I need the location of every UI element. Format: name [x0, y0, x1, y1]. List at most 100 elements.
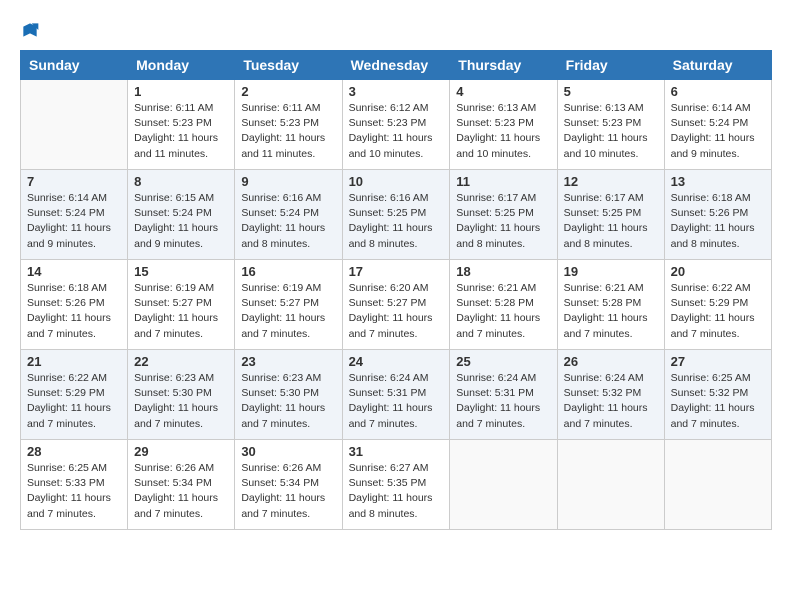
calendar-body: 1 Sunrise: 6:11 AMSunset: 5:23 PMDaylight… [21, 80, 772, 530]
day-number: 3 [349, 84, 444, 99]
day-number: 9 [241, 174, 335, 189]
calendar-header-sunday: Sunday [21, 51, 128, 80]
day-number: 20 [671, 264, 765, 279]
calendar-cell: 3 Sunrise: 6:12 AMSunset: 5:23 PMDaylight… [342, 80, 450, 170]
day-number: 22 [134, 354, 228, 369]
day-info: Sunrise: 6:19 AMSunset: 5:27 PMDaylight:… [241, 281, 335, 342]
day-info: Sunrise: 6:16 AMSunset: 5:24 PMDaylight:… [241, 191, 335, 252]
day-number: 28 [27, 444, 121, 459]
calendar-week-row: 28 Sunrise: 6:25 AMSunset: 5:33 PMDayligh… [21, 440, 772, 530]
calendar-week-row: 21 Sunrise: 6:22 AMSunset: 5:29 PMDayligh… [21, 350, 772, 440]
calendar-header-wednesday: Wednesday [342, 51, 450, 80]
day-info: Sunrise: 6:13 AMSunset: 5:23 PMDaylight:… [564, 101, 658, 162]
calendar-cell: 14Sunrise: 6:18 AMSunset: 5:26 PMDayligh… [21, 260, 128, 350]
day-number: 17 [349, 264, 444, 279]
day-number: 23 [241, 354, 335, 369]
calendar-cell: 13 Sunrise: 6:18 AMSunset: 5:26 PMDayligh… [664, 170, 771, 260]
calendar-cell: 22 Sunrise: 6:23 AMSunset: 5:30 PMDayligh… [128, 350, 235, 440]
calendar-cell: 25 Sunrise: 6:24 AMSunset: 5:31 PMDayligh… [450, 350, 557, 440]
day-info: Sunrise: 6:23 AMSunset: 5:30 PMDaylight:… [241, 371, 335, 432]
day-info: Sunrise: 6:18 AMSunset: 5:26 PMDaylight:… [27, 281, 121, 342]
calendar-cell: 9 Sunrise: 6:16 AMSunset: 5:24 PMDaylight… [235, 170, 342, 260]
calendar-cell: 29 Sunrise: 6:26 AMSunset: 5:34 PMDayligh… [128, 440, 235, 530]
day-info: Sunrise: 6:18 AMSunset: 5:26 PMDaylight:… [671, 191, 765, 252]
calendar-cell: 27Sunrise: 6:25 AMSunset: 5:32 PMDayligh… [664, 350, 771, 440]
calendar-table: SundayMondayTuesdayWednesdayThursdayFrid… [20, 50, 772, 530]
calendar-cell: 19Sunrise: 6:21 AMSunset: 5:28 PMDayligh… [557, 260, 664, 350]
calendar-cell: 5Sunrise: 6:13 AMSunset: 5:23 PMDaylight… [557, 80, 664, 170]
calendar-cell: 7 Sunrise: 6:14 AMSunset: 5:24 PMDaylight… [21, 170, 128, 260]
day-info: Sunrise: 6:17 AMSunset: 5:25 PMDaylight:… [456, 191, 550, 252]
calendar-cell: 4 Sunrise: 6:13 AMSunset: 5:23 PMDaylight… [450, 80, 557, 170]
day-number: 4 [456, 84, 550, 99]
calendar-cell: 6 Sunrise: 6:14 AMSunset: 5:24 PMDaylight… [664, 80, 771, 170]
day-number: 11 [456, 174, 550, 189]
calendar-cell: 15 Sunrise: 6:19 AMSunset: 5:27 PMDayligh… [128, 260, 235, 350]
day-info: Sunrise: 6:14 AMSunset: 5:24 PMDaylight:… [671, 101, 765, 162]
calendar-cell [21, 80, 128, 170]
day-number: 10 [349, 174, 444, 189]
page-header [20, 20, 772, 40]
calendar-cell: 2 Sunrise: 6:11 AMSunset: 5:23 PMDaylight… [235, 80, 342, 170]
day-number: 15 [134, 264, 228, 279]
logo-icon [20, 20, 40, 40]
day-info: Sunrise: 6:23 AMSunset: 5:30 PMDaylight:… [134, 371, 228, 432]
day-number: 13 [671, 174, 765, 189]
calendar-cell [450, 440, 557, 530]
day-number: 25 [456, 354, 550, 369]
day-info: Sunrise: 6:19 AMSunset: 5:27 PMDaylight:… [134, 281, 228, 342]
day-info: Sunrise: 6:22 AMSunset: 5:29 PMDaylight:… [671, 281, 765, 342]
calendar-cell: 11 Sunrise: 6:17 AMSunset: 5:25 PMDayligh… [450, 170, 557, 260]
calendar-cell: 8 Sunrise: 6:15 AMSunset: 5:24 PMDaylight… [128, 170, 235, 260]
day-number: 8 [134, 174, 228, 189]
day-number: 31 [349, 444, 444, 459]
calendar-cell: 26Sunrise: 6:24 AMSunset: 5:32 PMDayligh… [557, 350, 664, 440]
day-info: Sunrise: 6:15 AMSunset: 5:24 PMDaylight:… [134, 191, 228, 252]
calendar-week-row: 14Sunrise: 6:18 AMSunset: 5:26 PMDayligh… [21, 260, 772, 350]
day-info: Sunrise: 6:11 AMSunset: 5:23 PMDaylight:… [134, 101, 228, 162]
calendar-header-thursday: Thursday [450, 51, 557, 80]
day-number: 29 [134, 444, 228, 459]
calendar-header-row: SundayMondayTuesdayWednesdayThursdayFrid… [21, 51, 772, 80]
day-info: Sunrise: 6:11 AMSunset: 5:23 PMDaylight:… [241, 101, 335, 162]
calendar-cell: 10Sunrise: 6:16 AMSunset: 5:25 PMDayligh… [342, 170, 450, 260]
day-info: Sunrise: 6:12 AMSunset: 5:23 PMDaylight:… [349, 101, 444, 162]
day-number: 2 [241, 84, 335, 99]
day-info: Sunrise: 6:26 AMSunset: 5:34 PMDaylight:… [241, 461, 335, 522]
day-number: 12 [564, 174, 658, 189]
day-number: 24 [349, 354, 444, 369]
calendar-cell: 31Sunrise: 6:27 AMSunset: 5:35 PMDayligh… [342, 440, 450, 530]
day-info: Sunrise: 6:24 AMSunset: 5:32 PMDaylight:… [564, 371, 658, 432]
calendar-header-friday: Friday [557, 51, 664, 80]
day-info: Sunrise: 6:22 AMSunset: 5:29 PMDaylight:… [27, 371, 121, 432]
calendar-header-tuesday: Tuesday [235, 51, 342, 80]
day-number: 7 [27, 174, 121, 189]
day-number: 6 [671, 84, 765, 99]
day-info: Sunrise: 6:13 AMSunset: 5:23 PMDaylight:… [456, 101, 550, 162]
calendar-cell: 1 Sunrise: 6:11 AMSunset: 5:23 PMDaylight… [128, 80, 235, 170]
calendar-cell: 16 Sunrise: 6:19 AMSunset: 5:27 PMDayligh… [235, 260, 342, 350]
day-info: Sunrise: 6:14 AMSunset: 5:24 PMDaylight:… [27, 191, 121, 252]
calendar-header-monday: Monday [128, 51, 235, 80]
calendar-cell [664, 440, 771, 530]
day-info: Sunrise: 6:17 AMSunset: 5:25 PMDaylight:… [564, 191, 658, 252]
day-info: Sunrise: 6:25 AMSunset: 5:33 PMDaylight:… [27, 461, 121, 522]
day-info: Sunrise: 6:26 AMSunset: 5:34 PMDaylight:… [134, 461, 228, 522]
day-info: Sunrise: 6:24 AMSunset: 5:31 PMDaylight:… [456, 371, 550, 432]
calendar-cell: 23 Sunrise: 6:23 AMSunset: 5:30 PMDayligh… [235, 350, 342, 440]
calendar-cell: 28 Sunrise: 6:25 AMSunset: 5:33 PMDayligh… [21, 440, 128, 530]
logo [20, 20, 44, 40]
day-number: 16 [241, 264, 335, 279]
day-number: 21 [27, 354, 121, 369]
day-number: 30 [241, 444, 335, 459]
day-number: 1 [134, 84, 228, 99]
calendar-cell: 17 Sunrise: 6:20 AMSunset: 5:27 PMDayligh… [342, 260, 450, 350]
calendar-cell: 24Sunrise: 6:24 AMSunset: 5:31 PMDayligh… [342, 350, 450, 440]
day-number: 18 [456, 264, 550, 279]
calendar-week-row: 7 Sunrise: 6:14 AMSunset: 5:24 PMDaylight… [21, 170, 772, 260]
calendar-cell: 30 Sunrise: 6:26 AMSunset: 5:34 PMDayligh… [235, 440, 342, 530]
calendar-cell: 12 Sunrise: 6:17 AMSunset: 5:25 PMDayligh… [557, 170, 664, 260]
day-info: Sunrise: 6:20 AMSunset: 5:27 PMDaylight:… [349, 281, 444, 342]
calendar-cell [557, 440, 664, 530]
day-number: 19 [564, 264, 658, 279]
